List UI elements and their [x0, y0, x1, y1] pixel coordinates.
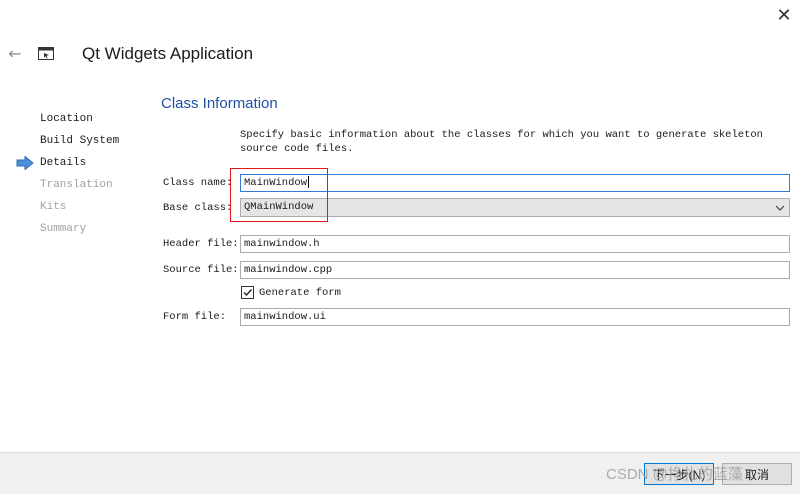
header-file-label: Header file: — [163, 238, 239, 250]
source-file-label: Source file: — [163, 264, 239, 276]
step-details: Details — [40, 157, 87, 169]
cancel-button-label: 取消 — [744, 467, 769, 482]
generate-form-checkbox[interactable] — [241, 286, 254, 299]
header-file-value: mainwindow.h — [244, 238, 320, 250]
step-translation: Translation — [40, 179, 113, 191]
close-icon: ✕ — [776, 4, 792, 26]
checkmark-icon — [243, 289, 253, 297]
window-icon — [38, 47, 54, 60]
close-button[interactable]: ✕ — [772, 4, 796, 26]
header-file-input[interactable]: mainwindow.h — [240, 235, 790, 253]
source-file-input[interactable]: mainwindow.cpp — [240, 261, 790, 279]
next-button-label: 下一步(N) — [652, 467, 706, 482]
form-file-value: mainwindow.ui — [244, 311, 326, 323]
base-class-label: Base class: — [163, 202, 233, 214]
step-build-system: Build System — [40, 135, 120, 147]
step-kits: Kits — [40, 201, 67, 213]
step-summary: Summary — [40, 223, 87, 235]
step-location: Location — [40, 113, 93, 125]
source-file-value: mainwindow.cpp — [244, 264, 333, 276]
page-description: Specify basic information about the clas… — [240, 129, 763, 155]
class-name-label: Class name: — [163, 177, 233, 189]
form-file-label: Form file: — [163, 311, 227, 323]
current-step-arrow-icon — [16, 156, 34, 170]
back-button[interactable]: ← — [4, 42, 26, 64]
form-file-input[interactable]: mainwindow.ui — [240, 308, 790, 326]
back-arrow-icon: ← — [8, 43, 22, 63]
chevron-down-icon — [775, 205, 785, 211]
wizard-title: Qt Widgets Application — [82, 44, 254, 63]
cancel-button[interactable]: 取消 — [722, 463, 792, 485]
next-button[interactable]: 下一步(N) — [644, 463, 714, 485]
annotation-highlight-box — [230, 168, 328, 222]
page-title: Class Information — [161, 95, 278, 112]
generate-form-label[interactable]: Generate form — [259, 287, 341, 299]
